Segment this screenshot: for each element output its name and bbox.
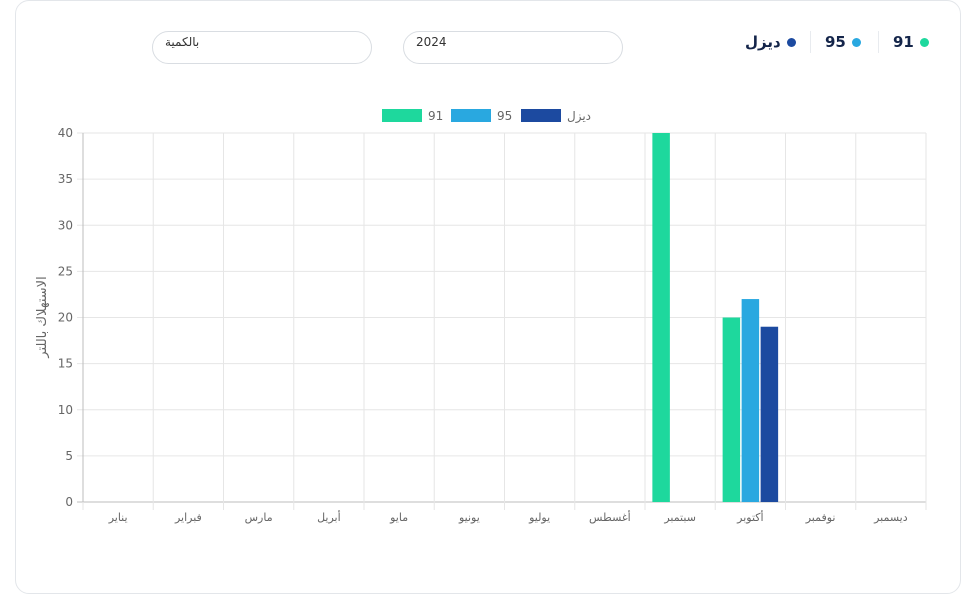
legend-swatch-0 (382, 109, 422, 122)
x-tick-label: يونيو (458, 511, 480, 524)
y-tick-label: 35 (58, 172, 73, 186)
chart-axes: 0 5 10 15 20 25 30 35 40 يناير فبراير مارس أبريل مايو… (58, 126, 908, 524)
chart-legend: 91 95 ديزل (382, 109, 591, 124)
x-tick-label: مايو (389, 511, 408, 524)
x-tick-label: أكتوبر (736, 510, 763, 524)
legend-label-0: 91 (428, 109, 443, 123)
legend-label-1: 95 (497, 109, 512, 123)
legend-label-2: ديزل (567, 109, 591, 124)
consumption-bar-chart: 0 5 10 15 20 25 30 35 40 يناير فبراير مارس أبريل مايو… (35, 109, 927, 524)
x-tick-label: سبتمبر (663, 511, 696, 524)
x-tick-label: يوليو (528, 511, 550, 524)
x-tick-label: أغسطس (589, 510, 631, 524)
x-tick-label: نوفمبر (805, 511, 836, 524)
chart-grid (77, 132, 927, 510)
y-tick-label: 5 (65, 449, 73, 463)
y-tick-label: 30 (58, 218, 73, 232)
x-tick-label: أبريل (317, 510, 341, 524)
x-tick-label: فبراير (174, 511, 202, 524)
y-tick-label: 10 (58, 403, 73, 417)
legend-swatch-2 (521, 109, 561, 122)
y-tick-label: 25 (58, 264, 73, 278)
y-tick-label: 15 (58, 357, 73, 371)
y-tick-label: 0 (65, 495, 73, 509)
x-tick-label: ديسمبر (873, 511, 908, 524)
bar-9-1 (741, 299, 760, 502)
bar-8-0 (652, 133, 670, 502)
y-tick-label: 20 (58, 311, 73, 325)
bar-9-0 (722, 317, 741, 502)
legend-swatch-1 (451, 109, 491, 122)
y-axis-label: الاستهلاك باللتر (35, 276, 50, 358)
x-tick-label: يناير (108, 511, 128, 524)
bar-9-2 (760, 326, 779, 502)
y-tick-label: 40 (58, 126, 73, 140)
x-tick-label: مارس (245, 511, 273, 524)
